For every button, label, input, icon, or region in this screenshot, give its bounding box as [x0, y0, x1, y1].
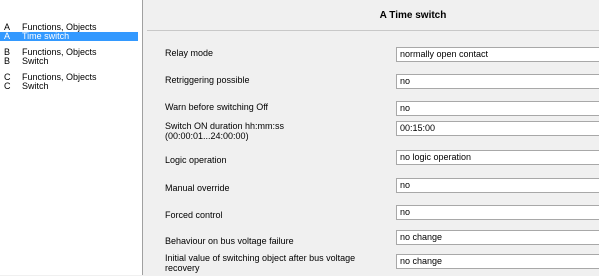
panel-title: A Time switch: [147, 0, 599, 31]
manual-override-select[interactable]: no: [396, 178, 599, 193]
tree-item-a-time-switch[interactable]: A Time switch: [0, 32, 138, 41]
parameter-tree: A Functions, Objects A Time switch B Fun…: [0, 0, 143, 275]
warn-before-off-select[interactable]: no: [396, 101, 599, 116]
param-row-logic-operation: Logic operation no logic operation: [151, 149, 599, 169]
param-label: Relay mode: [165, 48, 214, 58]
param-row-retriggering: Retriggering possible no: [151, 69, 599, 89]
param-row-bus-voltage-recovery: Initial value of switching object after …: [151, 252, 599, 276]
retriggering-select[interactable]: no: [396, 74, 599, 89]
param-label: Initial value of switching object after …: [165, 253, 356, 273]
forced-control-select[interactable]: no: [396, 205, 599, 220]
param-row-forced-control: Forced control no: [151, 204, 599, 224]
param-label: Forced control: [165, 210, 223, 220]
tree-group-a: A Functions, Objects A Time switch: [0, 23, 142, 41]
parameter-panel: A Time switch Relay mode normally open c…: [147, 0, 599, 275]
relay-mode-select[interactable]: normally open contact: [396, 47, 599, 62]
tree-list: A Functions, Objects A Time switch B Fun…: [0, 0, 142, 91]
logic-operation-select[interactable]: no logic operation: [396, 150, 599, 165]
param-label: Retriggering possible: [165, 75, 250, 85]
tree-item-letter: C: [4, 81, 11, 91]
param-label: Switch ON duration hh:mm:ss (00:00:01...…: [165, 121, 285, 141]
param-label: Manual override: [165, 183, 230, 193]
param-row-manual-override: Manual override no: [151, 177, 599, 197]
tree-item-label: Time switch: [22, 31, 70, 41]
param-row-bus-voltage-failure: Behaviour on bus voltage failure no chan…: [151, 230, 599, 250]
tree-item-c-switch[interactable]: C Switch: [0, 82, 142, 91]
param-label: Behaviour on bus voltage failure: [165, 236, 294, 246]
tree-item-letter: B: [4, 56, 11, 66]
param-row-relay-mode: Relay mode normally open contact: [151, 42, 599, 62]
param-label: Warn before switching Off: [165, 102, 269, 112]
bus-voltage-failure-select[interactable]: no change: [396, 230, 599, 245]
tree-group-c: C Functions, Objects C Switch: [0, 73, 142, 91]
param-row-switch-on-duration: Switch ON duration hh:mm:ss (00:00:01...…: [151, 119, 599, 147]
parameter-list: Relay mode normally open contact Retrigg…: [151, 34, 599, 275]
tree-item-letter: A: [4, 31, 11, 41]
tree-group-b: B Functions, Objects B Switch: [0, 48, 142, 66]
tree-item-label: Switch: [22, 81, 49, 91]
param-row-warn-before-off: Warn before switching Off no: [151, 96, 599, 116]
tree-item-b-switch[interactable]: B Switch: [0, 57, 142, 66]
tree-item-label: Switch: [22, 56, 49, 66]
switch-on-duration-input[interactable]: 00:15:00: [396, 121, 599, 136]
bus-voltage-recovery-select[interactable]: no change: [396, 254, 599, 269]
param-label: Logic operation: [165, 155, 227, 165]
